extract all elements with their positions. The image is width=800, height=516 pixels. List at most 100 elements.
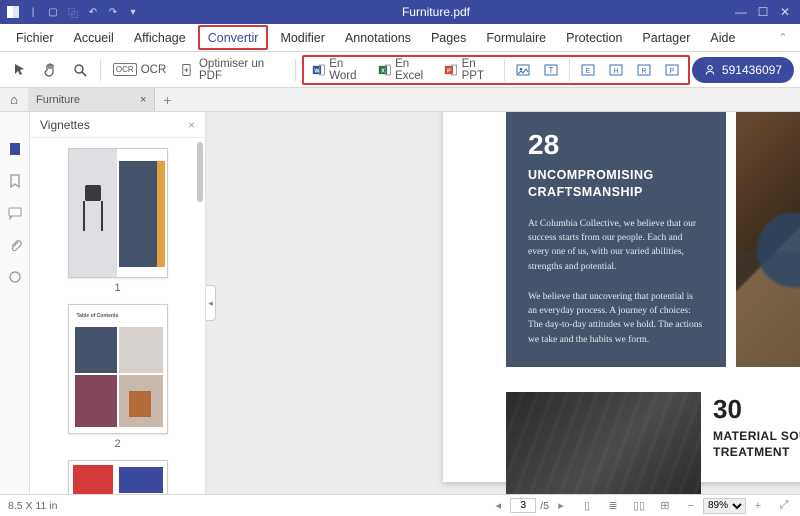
new-tab-button[interactable]: +	[155, 88, 179, 111]
tool-to-text[interactable]: T	[537, 56, 565, 84]
menu-protection[interactable]: Protection	[556, 24, 632, 51]
workspace: Vignettes × 1 Table of Contents 2	[0, 112, 800, 494]
tool-to-ppt[interactable]: PEn PPT	[438, 56, 500, 84]
menu-annotations[interactable]: Annotations	[335, 24, 421, 51]
thumbnails-icon[interactable]	[6, 140, 24, 158]
panel-title: Vignettes	[40, 118, 90, 132]
thumbnail-2[interactable]: Table of Contents 2	[68, 304, 168, 450]
svg-text:P: P	[447, 68, 451, 74]
tool-to-excel[interactable]: XEn Excel	[372, 56, 439, 84]
page-total: /5	[540, 500, 549, 512]
window-title: Furniture.pdf	[142, 5, 730, 19]
close-tab-icon[interactable]: ×	[140, 94, 146, 106]
layers-icon[interactable]	[6, 268, 24, 286]
menubar: Fichier Accueil Affichage Convertir Modi…	[0, 24, 800, 52]
document-tab-label: Furniture	[36, 94, 80, 106]
thumbnail-number: 2	[114, 438, 120, 450]
menu-pages[interactable]: Pages	[421, 24, 476, 51]
zoom-controls: − 89% +	[683, 498, 766, 514]
page-input[interactable]	[510, 498, 536, 513]
next-page-icon[interactable]: ▸	[553, 498, 569, 514]
menu-partager[interactable]: Partager	[632, 24, 700, 51]
tool-ocr[interactable]: OCROCR	[107, 56, 172, 84]
article-30-image	[506, 392, 701, 494]
article-28-image	[736, 112, 800, 367]
svg-text:H: H	[613, 68, 618, 75]
article-heading: UNCOMPROMISING CRAFTSMANSHIP	[528, 167, 704, 201]
app-window: | ▢ ⿻ ↶ ↷ ▾ Furniture.pdf — ☐ ✕ Fichier …	[0, 0, 800, 516]
zoom-out-icon[interactable]: −	[683, 498, 699, 514]
tool-select[interactable]	[6, 56, 34, 84]
svg-text:X: X	[381, 68, 385, 74]
panel-close-icon[interactable]: ×	[188, 118, 195, 132]
dropdown-icon[interactable]: ▾	[124, 3, 142, 21]
tool-to-epub[interactable]: E	[574, 56, 602, 84]
article-number: 30	[713, 394, 800, 425]
tool-zoom[interactable]	[66, 56, 94, 84]
thumbnail-1[interactable]: 1	[68, 148, 168, 294]
svg-text:R: R	[641, 68, 646, 75]
article-paragraph: We believe that uncovering that potentia…	[528, 290, 704, 347]
view-single-icon[interactable]: ▯	[579, 498, 595, 514]
undo-icon[interactable]: ↶	[84, 3, 102, 21]
collapse-panel-handle[interactable]: ◂	[206, 285, 216, 321]
svg-text:P: P	[670, 68, 675, 75]
menu-aide[interactable]: Aide	[700, 24, 745, 51]
save-icon[interactable]: ▢	[44, 3, 62, 21]
tool-to-rtf[interactable]: R	[630, 56, 658, 84]
user-icon	[704, 64, 716, 76]
menu-modifier[interactable]: Modifier	[270, 24, 334, 51]
fullscreen-icon[interactable]: ⤢	[776, 498, 792, 514]
app-logo-icon	[4, 3, 22, 21]
document-tabbar: ⌂ Furniture × +	[0, 88, 800, 112]
tool-optimize[interactable]: Optimiser un PDF	[174, 56, 289, 84]
comments-icon[interactable]	[6, 204, 24, 222]
zoom-in-icon[interactable]: +	[750, 498, 766, 514]
document-viewer[interactable]: ◂ 28 UNCOMPROMISING CRAFTSMANSHIP At Col…	[206, 112, 800, 494]
prev-page-icon[interactable]: ◂	[490, 498, 506, 514]
tool-to-image[interactable]	[509, 56, 537, 84]
page-nav: ◂ /5 ▸	[490, 498, 569, 514]
menu-affichage[interactable]: Affichage	[124, 24, 196, 51]
page-dimensions: 8.5 X 11 in	[8, 500, 57, 512]
titlebar: | ▢ ⿻ ↶ ↷ ▾ Furniture.pdf — ☐ ✕	[0, 0, 800, 24]
menu-fichier[interactable]: Fichier	[6, 24, 64, 51]
redo-icon[interactable]: ↷	[104, 3, 122, 21]
collapse-ribbon-icon[interactable]: ⌃	[772, 24, 794, 51]
thumbnails-list: 1 Table of Contents 2	[30, 138, 205, 494]
quick-access: | ▢ ⿻ ↶ ↷ ▾	[4, 3, 142, 21]
home-tab-icon[interactable]: ⌂	[0, 88, 28, 111]
crop-icon[interactable]: ⿻	[64, 3, 82, 21]
thumbnail-3[interactable]	[68, 460, 168, 494]
article-number: 28	[528, 129, 704, 161]
tool-to-pdfa[interactable]: P	[658, 56, 686, 84]
maximize-button[interactable]: ☐	[752, 2, 774, 22]
view-two-page-icon[interactable]: ▯▯	[631, 498, 647, 514]
tool-hand[interactable]	[36, 56, 64, 84]
account-pill[interactable]: 591436097	[692, 57, 794, 83]
tool-to-html[interactable]: H	[602, 56, 630, 84]
document-tab[interactable]: Furniture ×	[28, 88, 155, 111]
menu-formulaire[interactable]: Formulaire	[476, 24, 556, 51]
tool-to-word[interactable]: WEn Word	[306, 56, 372, 84]
page-canvas: 28 UNCOMPROMISING CRAFTSMANSHIP At Colum…	[443, 112, 800, 482]
zoom-select[interactable]: 89%	[703, 498, 746, 514]
view-two-continuous-icon[interactable]: ⊞	[657, 498, 673, 514]
left-rail	[0, 112, 30, 494]
article-paragraph: At Columbia Collective, we believe that …	[528, 217, 704, 274]
bookmarks-icon[interactable]	[6, 172, 24, 190]
panel-scrollbar[interactable]	[197, 142, 203, 202]
menu-accueil[interactable]: Accueil	[64, 24, 124, 51]
menu-convertir[interactable]: Convertir	[198, 25, 269, 50]
article-30: 30 MATERIAL SOURCING AND TREATMENT	[713, 394, 800, 460]
divider-icon: |	[24, 3, 42, 21]
close-button[interactable]: ✕	[774, 2, 796, 22]
minimize-button[interactable]: —	[730, 2, 752, 22]
attachments-icon[interactable]	[6, 236, 24, 254]
panel-header: Vignettes ×	[30, 112, 205, 138]
statusbar: 8.5 X 11 in ◂ /5 ▸ ▯ ≣ ▯▯ ⊞ − 89% + ⤢	[0, 494, 800, 516]
highlight-convert-group: WEn Word XEn Excel PEn PPT T E H R P	[302, 55, 690, 85]
svg-text:T: T	[549, 66, 554, 75]
toolbar: OCROCR Optimiser un PDF WEn Word XEn Exc…	[0, 52, 800, 88]
view-continuous-icon[interactable]: ≣	[605, 498, 621, 514]
